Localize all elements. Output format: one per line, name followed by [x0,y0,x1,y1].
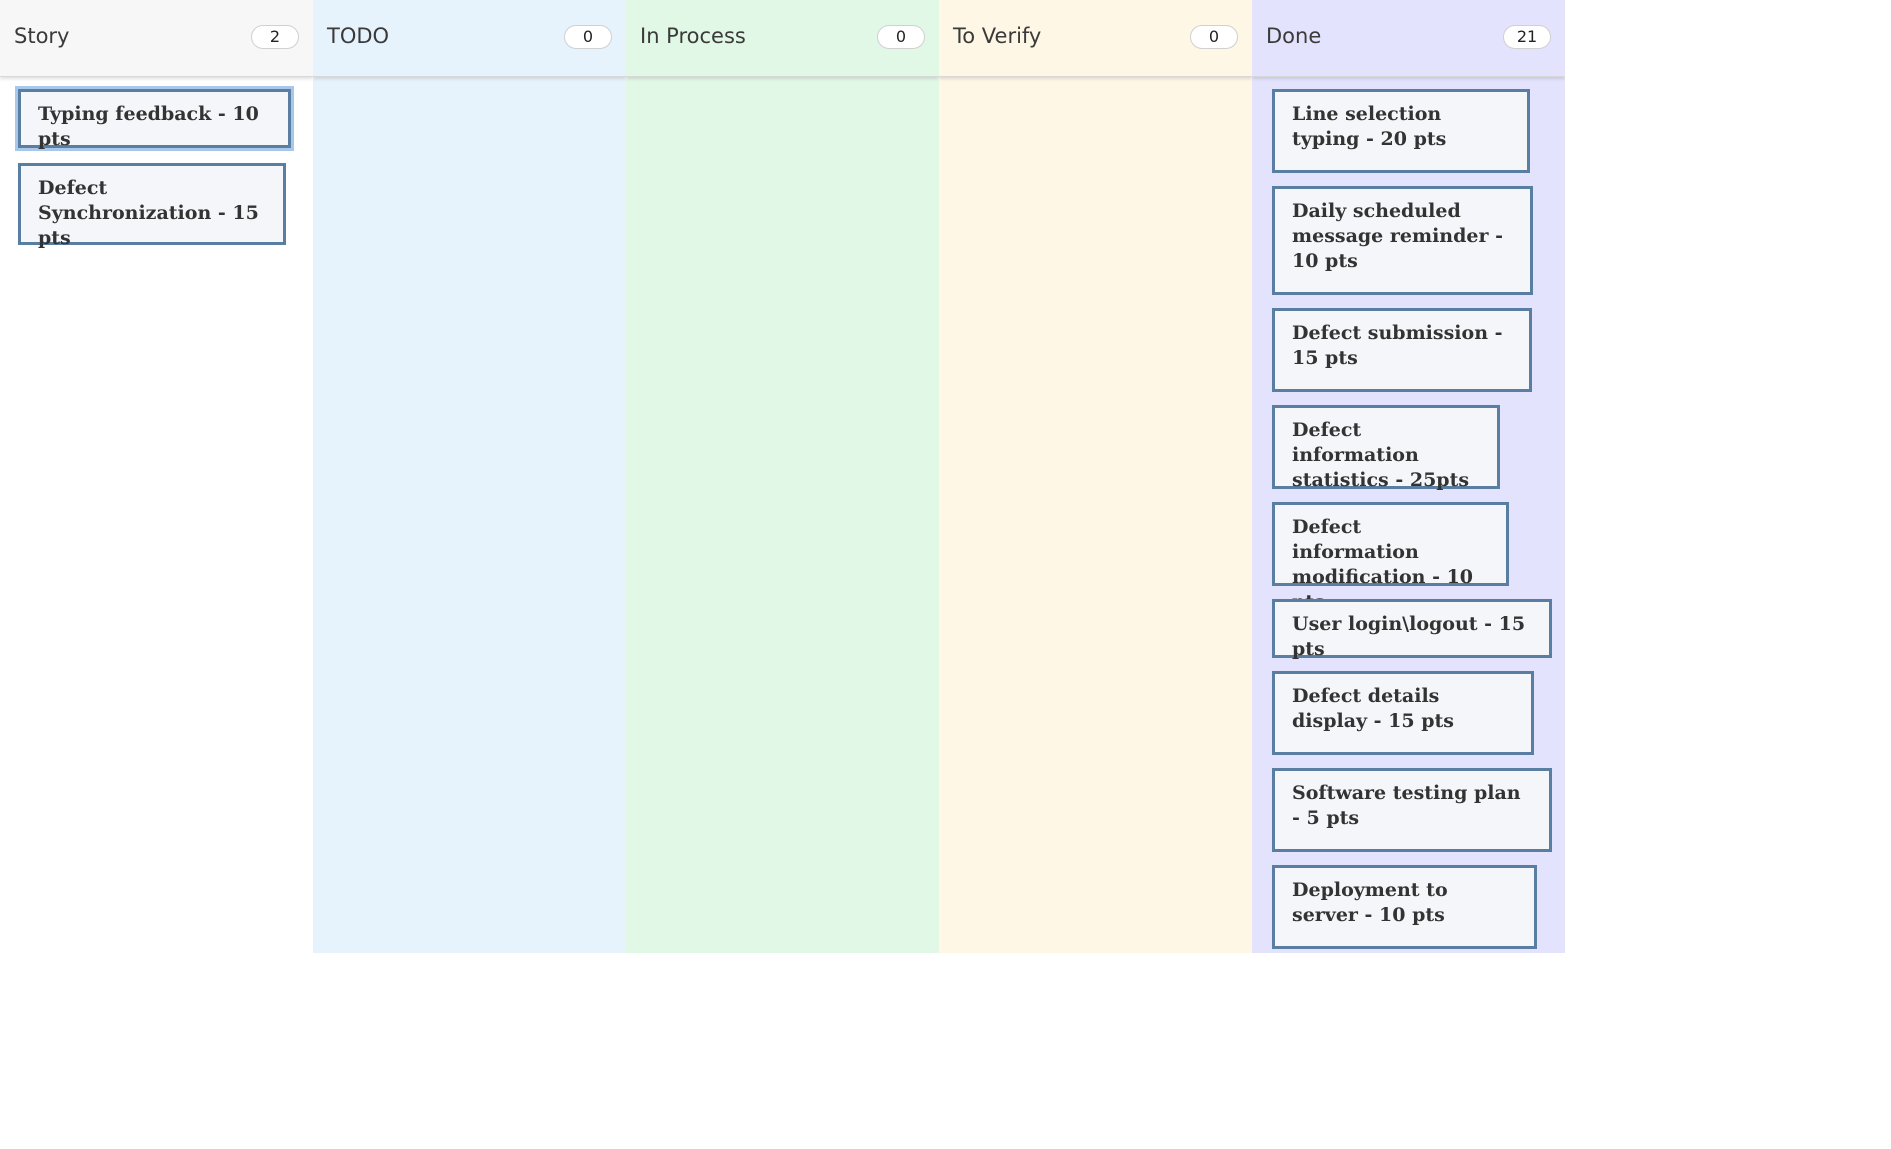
column-title: Done [1266,24,1322,48]
column-title: In Process [640,24,746,48]
story-card[interactable]: User login\logout - 15 pts [1272,599,1552,660]
column-count-badge: 2 [251,25,299,49]
column-header-todo: TODO 0 [313,0,626,77]
column-header-done: Done 21 [1252,0,1565,77]
column-in-process: In Process 0 [626,0,939,953]
column-story: Story 2 Typing feedback - 10 pts Defect … [0,0,313,953]
column-todo: TODO 0 [313,0,626,953]
card-label: Daily scheduled message reminder - 10 pt… [1292,200,1504,272]
story-card[interactable]: Defect Synchronization - 15 pts [18,163,286,249]
story-card[interactable]: Defect information statistics - 25pts [1272,405,1500,491]
column-count-badge: 0 [564,25,612,49]
story-card[interactable]: Software testing plan - 5 pts [1272,768,1552,852]
column-header-in-process: In Process 0 [626,0,939,77]
story-card[interactable]: Typing feedback - 10 pts [18,89,291,150]
column-body-todo [313,77,626,953]
column-body-done: Line selection typing - 20 pts Daily sch… [1252,77,1565,953]
card-label: Defect information statistics - 25pts [1292,419,1470,491]
column-to-verify: To Verify 0 [939,0,1252,953]
kanban-board: Story 2 Typing feedback - 10 pts Defect … [0,0,1891,1149]
card-label: Defect details display - 15 pts [1292,685,1454,732]
card-label: Typing feedback - 10 pts [38,103,259,150]
story-card[interactable]: Defect information modification - 10 pts [1272,502,1509,613]
story-card[interactable]: Daily scheduled message reminder - 10 pt… [1272,186,1533,295]
card-label: User login\logout - 15 pts [1292,613,1526,660]
card-label: Deployment to server - 10 pts [1292,879,1448,926]
column-body-story: Typing feedback - 10 pts Defect Synchron… [0,77,313,953]
story-card[interactable]: Defect details display - 15 pts [1272,671,1534,755]
column-title: TODO [327,24,390,48]
column-title: To Verify [953,24,1042,48]
column-count-badge: 21 [1503,25,1551,49]
column-title: Story [14,24,70,48]
card-label: Software testing plan - 5 pts [1292,782,1521,829]
card-label: Defect submission - 15 pts [1292,322,1503,369]
empty-area [0,953,1891,1149]
card-label: Line selection typing - 20 pts [1292,103,1447,150]
column-count-badge: 0 [877,25,925,49]
story-card[interactable]: Deployment to server - 10 pts [1272,865,1537,949]
story-card[interactable]: Line selection typing - 20 pts [1272,89,1530,173]
column-count-badge: 0 [1190,25,1238,49]
column-header-story: Story 2 [0,0,313,77]
column-done: Done 21 Line selection typing - 20 pts D… [1252,0,1565,953]
column-header-to-verify: To Verify 0 [939,0,1252,77]
story-card[interactable]: Defect submission - 15 pts [1272,308,1532,392]
card-label: Defect Synchronization - 15 pts [38,177,259,249]
column-body-in-process [626,77,939,953]
column-body-to-verify [939,77,1252,953]
